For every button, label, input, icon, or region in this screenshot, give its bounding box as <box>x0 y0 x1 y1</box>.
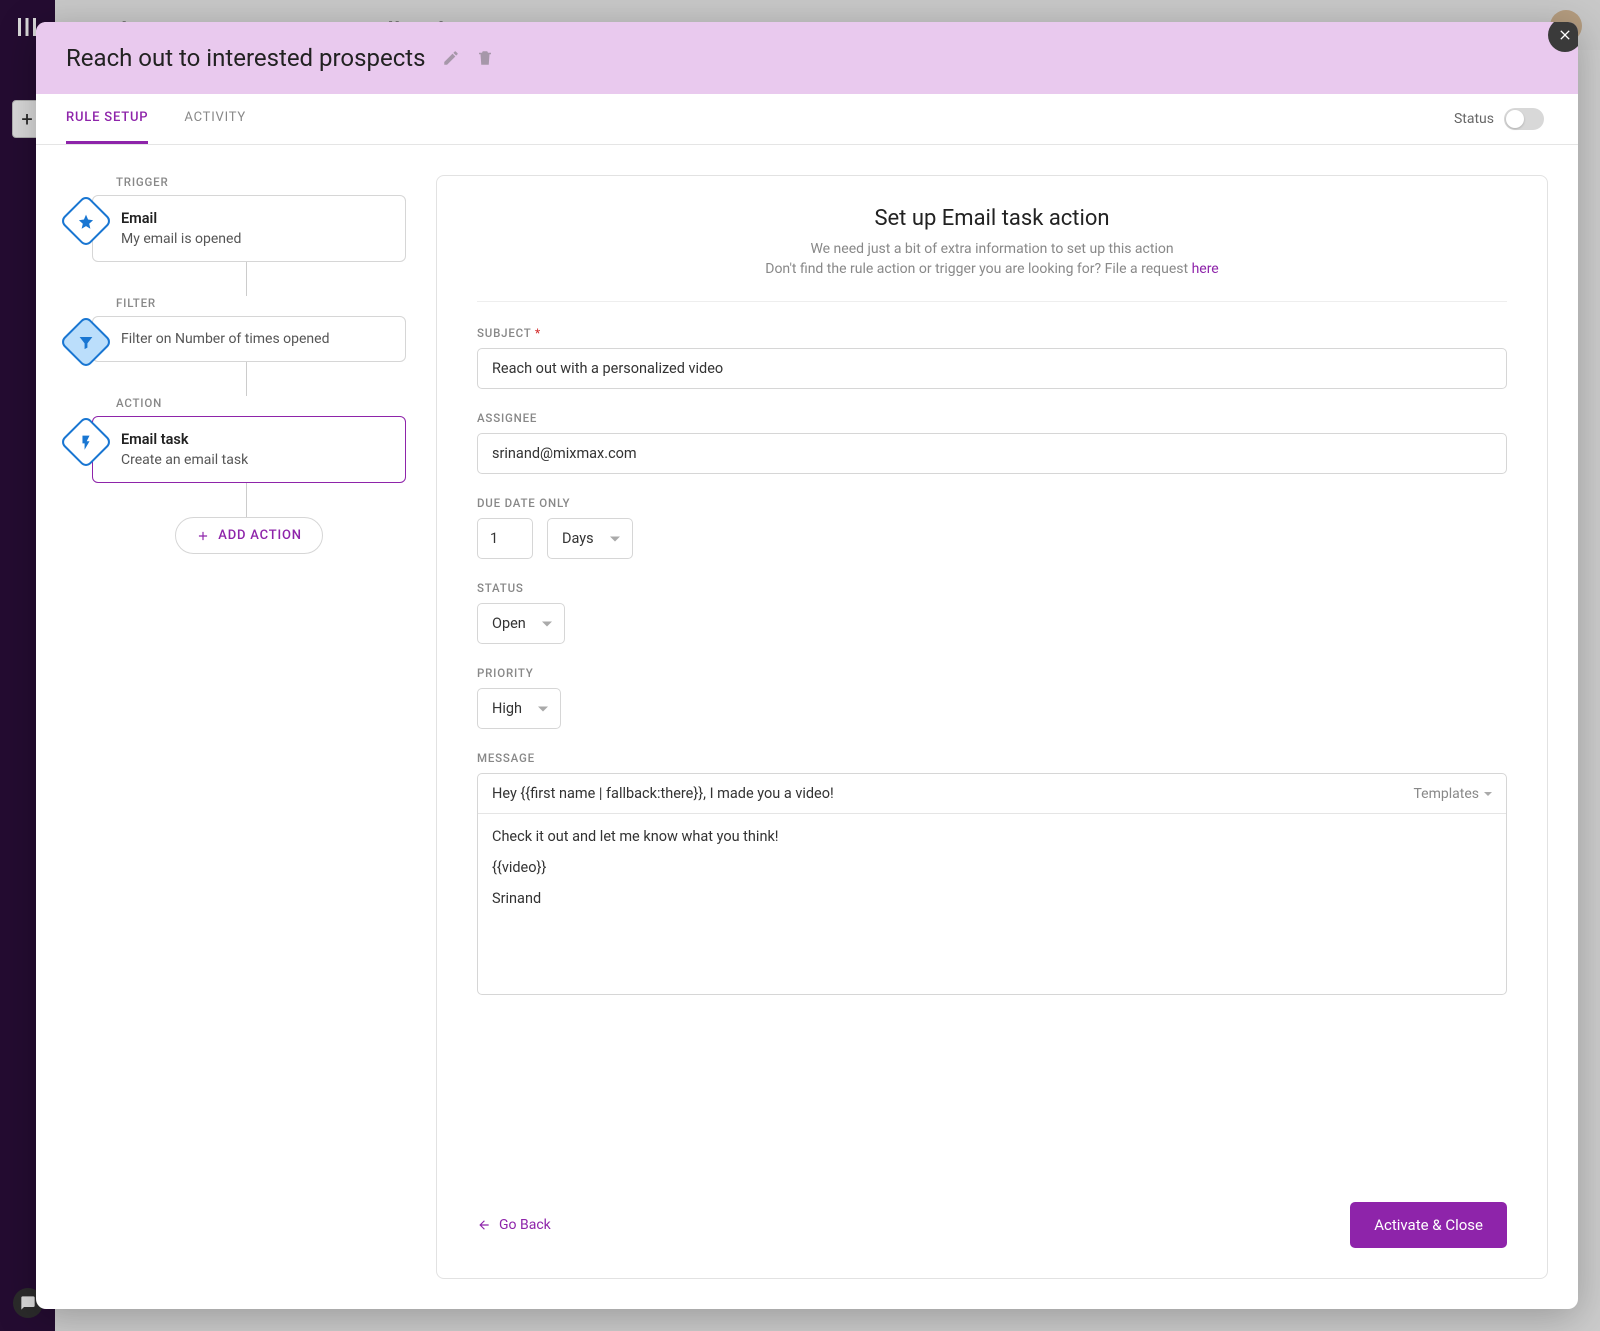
due-date-label: DUE DATE ONLY <box>477 496 1507 510</box>
connector <box>246 262 247 296</box>
due-unit-select[interactable]: Days <box>547 518 633 559</box>
filter-icon <box>59 315 113 369</box>
trash-icon[interactable] <box>476 49 494 67</box>
due-number-input[interactable] <box>477 518 533 559</box>
subject-label: SUBJECT * <box>477 326 1507 340</box>
file-request-link[interactable]: here <box>1192 261 1219 277</box>
chevron-down-icon <box>542 621 552 626</box>
panel-title: Set up Email task action <box>477 206 1507 231</box>
assignee-label: ASSIGNEE <box>477 411 1507 425</box>
chevron-down-icon <box>1484 792 1492 796</box>
status-select[interactable]: Open <box>477 603 565 644</box>
templates-dropdown[interactable]: Templates <box>1414 786 1493 802</box>
subject-input[interactable] <box>477 348 1507 389</box>
rule-flow: TRIGGER Email My email is opened FILTER … <box>66 175 406 1279</box>
panel-subtitle-2: Don't find the rule action or trigger yo… <box>477 261 1507 277</box>
tab-bar: RULE SETUP ACTIVITY Status <box>36 94 1578 145</box>
message-body-editor[interactable]: Check it out and let me know what you th… <box>478 814 1506 994</box>
panel-subtitle-1: We need just a bit of extra information … <box>477 241 1507 257</box>
rule-modal: Reach out to interested prospects RULE S… <box>36 22 1578 1309</box>
bolt-icon <box>59 415 113 469</box>
action-node[interactable]: ACTION Email task Create an email task <box>66 396 406 483</box>
assignee-input[interactable] <box>477 433 1507 474</box>
status-toggle[interactable] <box>1504 108 1544 130</box>
action-config-panel: Set up Email task action We need just a … <box>436 175 1548 1279</box>
status-field-label: STATUS <box>477 581 1507 595</box>
priority-label: PRIORITY <box>477 666 1507 680</box>
chevron-down-icon <box>610 536 620 541</box>
activate-close-button[interactable]: Activate & Close <box>1350 1202 1507 1248</box>
tab-rule-setup[interactable]: RULE SETUP <box>66 94 148 144</box>
connector <box>246 362 247 396</box>
filter-node[interactable]: FILTER Filter on Number of times opened <box>66 296 406 362</box>
status-toggle-wrap: Status <box>1454 108 1548 130</box>
trigger-node[interactable]: TRIGGER Email My email is opened <box>66 175 406 262</box>
message-subject-input[interactable] <box>492 785 1414 802</box>
go-back-button[interactable]: Go Back <box>477 1217 551 1233</box>
connector <box>246 483 247 517</box>
message-label: MESSAGE <box>477 751 1507 765</box>
chevron-down-icon <box>538 706 548 711</box>
close-button[interactable] <box>1548 22 1578 52</box>
message-box: Templates Check it out and let me know w… <box>477 773 1507 995</box>
star-icon <box>59 194 113 248</box>
modal-header: Reach out to interested prospects <box>36 22 1578 94</box>
priority-select[interactable]: High <box>477 688 561 729</box>
edit-icon[interactable] <box>442 49 460 67</box>
status-label: Status <box>1454 111 1494 127</box>
add-action-button[interactable]: ADD ACTION <box>175 517 322 554</box>
tab-activity[interactable]: ACTIVITY <box>184 94 246 144</box>
modal-title: Reach out to interested prospects <box>66 44 426 72</box>
divider <box>477 301 1507 302</box>
